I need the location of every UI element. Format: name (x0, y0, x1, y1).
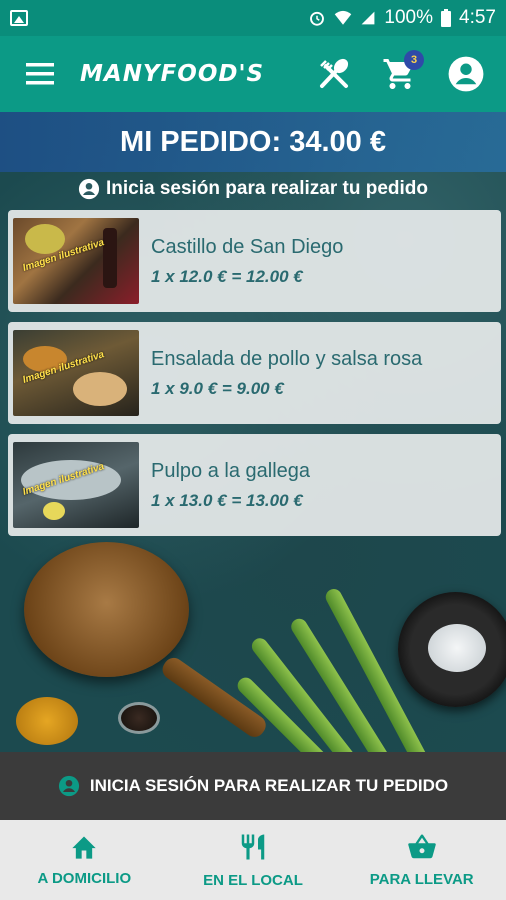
restaurant-button[interactable] (306, 46, 362, 102)
account-circle-icon (78, 178, 100, 200)
order-item-card[interactable]: Imagen ilustrativa Ensalada de pollo y s… (8, 322, 501, 424)
item-name: Pulpo a la gallega (151, 459, 311, 482)
grapes-shape (25, 224, 65, 254)
item-price: 1 x 13.0 € = 13.00 € (151, 490, 303, 510)
battery-icon (441, 9, 452, 27)
wooden-spoon (24, 542, 189, 677)
item-name: Ensalada de pollo y salsa rosa (151, 347, 423, 370)
hamburger-menu-icon (26, 63, 54, 85)
order-item-card[interactable]: Imagen ilustrativa Castillo de San Diego… (8, 210, 501, 312)
signal-icon (362, 11, 375, 25)
nav-label: A DOMICILIO (37, 869, 132, 887)
account-circle-icon (448, 56, 484, 92)
app-bar: MANYFOOD'S 3 (0, 36, 506, 112)
account-button[interactable] (438, 46, 494, 102)
nav-takeaway[interactable]: PARA LLEVAR (337, 820, 506, 900)
nav-home-delivery[interactable]: A DOMICILIO (0, 820, 169, 900)
menu-button[interactable] (0, 36, 80, 112)
item-price: 1 x 12.0 € = 12.00 € (151, 266, 303, 286)
login-banner-label: INICIA SESIÓN PARA REALIZAR TU PEDIDO (89, 776, 449, 795)
login-banner-button[interactable]: INICIA SESIÓN PARA REALIZAR TU PEDIDO (0, 752, 506, 820)
status-bar: 100% 4:57 (0, 0, 506, 36)
turmeric-spoon (16, 697, 78, 745)
nav-label: PARA LLEVAR (369, 870, 474, 888)
item-price: 1 x 9.0 € = 9.00 € (151, 378, 284, 398)
lemon-shape (43, 502, 65, 520)
app-title: MANYFOOD'S (80, 61, 265, 87)
wine-bottle-shape (103, 228, 117, 288)
wifi-icon (335, 10, 352, 25)
login-hint[interactable]: Inicia sesión para realizar tu pedido (0, 174, 506, 204)
item-name: Castillo de San Diego (151, 235, 344, 258)
cart-button[interactable]: 3 (372, 46, 428, 102)
basket-icon (407, 833, 436, 858)
image-notification-icon (10, 10, 28, 26)
food-plate-shape (73, 372, 127, 406)
battery-level: 100% (384, 7, 434, 28)
home-icon (72, 836, 96, 859)
fork-spoon-icon (320, 58, 349, 88)
nav-dine-in[interactable]: EN EL LOCAL (169, 820, 338, 900)
salt (428, 624, 486, 672)
item-thumbnail: Imagen ilustrativa (13, 218, 139, 304)
pepper-spoon (118, 702, 160, 734)
cutlery-icon (241, 834, 265, 859)
clock: 4:57 (459, 7, 496, 28)
item-thumbnail: Imagen ilustrativa (13, 442, 139, 528)
order-item-card[interactable]: Imagen ilustrativa Pulpo a la gallega 1 … (8, 434, 501, 536)
order-total-header: MI PEDIDO: 34.00 € (0, 112, 506, 172)
item-thumbnail: Imagen ilustrativa (13, 330, 139, 416)
order-total: MI PEDIDO: 34.00 € (120, 125, 386, 158)
food-background-image (0, 112, 506, 752)
account-circle-icon (58, 775, 79, 797)
nav-label: EN EL LOCAL (203, 871, 303, 889)
login-hint-text: Inicia sesión para realizar tu pedido (105, 178, 429, 199)
bottom-navigation: A DOMICILIO EN EL LOCAL PARA LLEVAR (0, 820, 506, 900)
alarm-icon (310, 11, 325, 26)
cart-count-badge: 3 (404, 50, 424, 70)
